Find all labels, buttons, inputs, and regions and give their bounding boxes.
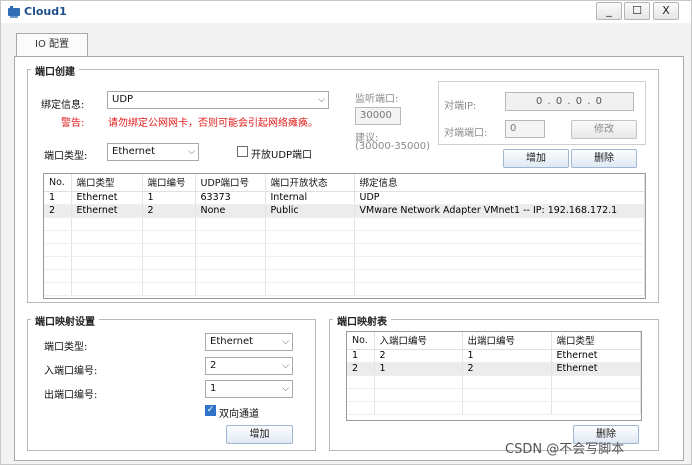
warning-label: 警告: [61, 118, 85, 129]
peer-port-label: 对端端口: [444, 128, 488, 139]
close-button[interactable]: X [653, 2, 679, 20]
add-mapping-button[interactable]: 增加 [226, 425, 293, 444]
open-udp-label: 开放UDP端口 [251, 150, 313, 161]
add-port-button[interactable]: 增加 [503, 149, 569, 168]
empty-row [44, 230, 645, 244]
cloud-app-icon [8, 6, 20, 18]
table-row[interactable]: 1 Ethernet 1 63373 Internal UDP [44, 191, 645, 205]
table-cell: 1 [347, 349, 375, 363]
window-title: Cloud1 [24, 5, 67, 18]
peer-port-input[interactable]: 0 [505, 120, 545, 138]
mapping-table-header-row: No. 入端口编号 出端口编号 端口类型 [347, 332, 641, 350]
binding-info-label: 绑定信息: [41, 100, 85, 111]
table-cell: 1 [374, 362, 463, 376]
bidirectional-label: 双向通道 [219, 409, 259, 420]
tab-strip [1, 23, 691, 56]
table-cell: 2 [462, 362, 552, 376]
chevron-down-icon: ⌵ [318, 95, 325, 105]
listen-port-label: 监听端口: [355, 94, 399, 105]
open-udp-checkbox[interactable] [237, 146, 248, 157]
table-cell: UDP [354, 191, 645, 205]
empty-row [44, 269, 645, 283]
table-cell: 1 [44, 191, 72, 205]
port-mapping-table-legend: 端口映射表 [333, 313, 391, 328]
suggest-range: (30000-35000) [355, 141, 431, 152]
chevron-down-icon: ⌵ [282, 337, 289, 347]
table-cell: Ethernet [71, 191, 143, 205]
minimize-button[interactable]: _ [596, 2, 622, 20]
chevron-down-icon: ⌵ [282, 361, 289, 371]
port-table-header-row: No. 端口类型 端口编号 UDP端口号 端口开放状态 绑定信息 [44, 174, 645, 192]
table-cell: VMware Network Adapter VMnet1 -- IP: 192… [354, 204, 645, 218]
delete-port-button[interactable]: 删除 [571, 149, 637, 168]
table-row-selected[interactable]: 2 Ethernet 2 None Public VMware Network … [44, 204, 645, 218]
empty-row [347, 401, 641, 415]
tab-io-config[interactable]: IO 配置 [16, 33, 88, 57]
empty-row [44, 243, 645, 257]
peer-ip-input[interactable]: 0 . 0 . 0 . 0 [505, 92, 634, 111]
empty-row [44, 282, 645, 296]
table-row-selected[interactable]: 2 1 2 Ethernet [347, 362, 641, 376]
column-header[interactable]: 端口开放状态 [265, 174, 355, 192]
port-type-select[interactable]: Ethernet ⌵ [107, 143, 199, 161]
port-table[interactable]: No. 端口类型 端口编号 UDP端口号 端口开放状态 绑定信息 1 Ether… [43, 173, 646, 299]
column-header[interactable]: No. [44, 174, 72, 192]
table-cell: 63373 [195, 191, 266, 205]
table-cell: 2 [142, 204, 196, 218]
port-creation-legend: 端口创建 [31, 63, 79, 78]
in-port-label: 入端口编号: [44, 366, 98, 377]
column-header[interactable]: UDP端口号 [195, 174, 266, 192]
column-header[interactable]: 端口类型 [551, 332, 641, 350]
chevron-down-icon: ⌵ [188, 147, 195, 157]
binding-info-select[interactable]: UDP ⌵ [107, 91, 329, 109]
empty-row [347, 388, 641, 402]
column-header[interactable]: No. [347, 332, 375, 350]
in-port-select[interactable]: 2 ⌵ [205, 357, 293, 375]
column-header[interactable]: 入端口编号 [374, 332, 463, 350]
column-header[interactable]: 端口编号 [142, 174, 196, 192]
peer-ip-label: 对端IP: [444, 101, 477, 112]
table-cell: None [195, 204, 266, 218]
table-row[interactable]: 1 2 1 Ethernet [347, 349, 641, 363]
port-type-label: 端口类型: [44, 151, 88, 162]
out-port-label: 出端口编号: [44, 390, 98, 401]
port-mapping-settings-legend: 端口映射设置 [31, 313, 99, 328]
column-header[interactable]: 端口类型 [71, 174, 143, 192]
mapping-port-type-select[interactable]: Ethernet ⌵ [205, 333, 293, 351]
table-cell: 2 [347, 362, 375, 376]
title-bar[interactable]: Cloud1 _ ☐ X [1, 1, 691, 23]
table-cell: Internal [265, 191, 355, 205]
listen-port-input[interactable]: 30000 [355, 107, 401, 125]
column-header[interactable]: 绑定信息 [354, 174, 645, 192]
out-port-select[interactable]: 1 ⌵ [205, 380, 293, 398]
modify-button[interactable]: 修改 [571, 120, 637, 139]
cloud1-window: Cloud1 _ ☐ X IO 配置 端口创建 绑定信息: UDP ⌵ 警告: … [0, 0, 692, 465]
empty-row [347, 375, 641, 389]
mapping-port-type-value: Ethernet [210, 336, 254, 347]
chevron-down-icon: ⌵ [282, 384, 289, 394]
table-cell: Ethernet [551, 349, 641, 363]
out-port-value: 1 [210, 383, 217, 394]
warning-text: 请勿绑定公网网卡，否则可能会引起网络瘫痪。 [108, 118, 318, 129]
column-header[interactable]: 出端口编号 [462, 332, 552, 350]
empty-row [44, 217, 645, 231]
table-cell: 1 [142, 191, 196, 205]
bidirectional-checkbox[interactable]: ✓ [205, 405, 216, 416]
table-cell: Ethernet [71, 204, 143, 218]
table-cell: 2 [374, 349, 463, 363]
checkmark-icon: ✓ [206, 405, 215, 415]
table-cell: Ethernet [551, 362, 641, 376]
watermark: CSDN @不会写脚本 [505, 442, 625, 457]
binding-info-value: UDP [112, 94, 134, 105]
empty-row [44, 256, 645, 270]
maximize-button[interactable]: ☐ [624, 2, 650, 20]
table-cell: 2 [44, 204, 72, 218]
table-cell: 1 [462, 349, 552, 363]
mapping-port-type-label: 端口类型: [44, 342, 88, 353]
table-cell: Public [265, 204, 355, 218]
port-mapping-table[interactable]: No. 入端口编号 出端口编号 端口类型 1 2 1 Ethernet 2 1 … [346, 331, 642, 421]
port-type-value: Ethernet [112, 146, 156, 157]
in-port-value: 2 [210, 360, 217, 371]
